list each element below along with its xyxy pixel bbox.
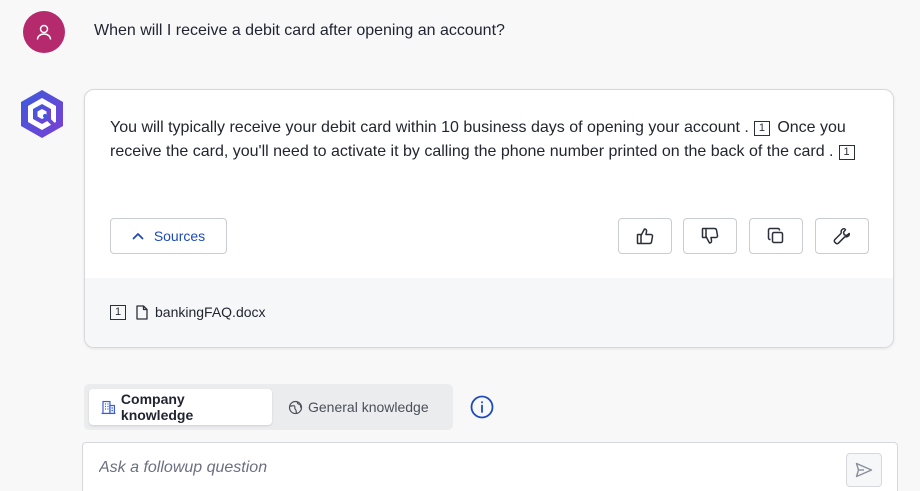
- source-item[interactable]: 1 bankingFAQ.docx: [110, 304, 266, 320]
- followup-input[interactable]: [99, 459, 819, 477]
- company-knowledge-option[interactable]: Company knowledge: [89, 389, 272, 425]
- citation-marker[interactable]: 1: [753, 121, 770, 136]
- thumbs-up-button[interactable]: [618, 218, 672, 254]
- answer-text: You will typically receive your debit ca…: [110, 116, 875, 164]
- followup-box: [82, 442, 898, 491]
- building-icon: [101, 400, 116, 414]
- wrench-icon: [833, 228, 850, 245]
- user-avatar: [23, 11, 65, 53]
- document-icon: [136, 304, 148, 320]
- sources-toggle-button[interactable]: Sources: [110, 218, 227, 254]
- user-icon: [36, 24, 52, 40]
- answer-card: You will typically receive your debit ca…: [84, 89, 894, 348]
- company-knowledge-label: Company knowledge: [120, 391, 194, 423]
- thumbs-down-button[interactable]: [683, 218, 737, 254]
- knowledge-source-toggle: Company knowledge General knowledge: [84, 384, 453, 430]
- answer-sentence: You will typically receive your debit ca…: [110, 119, 749, 136]
- sources-panel: 1 bankingFAQ.docx: [85, 278, 893, 347]
- sources-button-label: Sources: [153, 228, 206, 244]
- globe-icon: [288, 400, 303, 414]
- copy-button[interactable]: [749, 218, 803, 254]
- wrench-button[interactable]: [815, 218, 869, 254]
- general-knowledge-option[interactable]: General knowledge: [276, 389, 441, 425]
- copy-icon: [767, 227, 784, 244]
- chevron-up-icon: [132, 233, 144, 240]
- user-question: When will I receive a debit card after o…: [94, 22, 505, 39]
- source-file-name: bankingFAQ.docx: [155, 304, 266, 320]
- citation-marker[interactable]: 1: [838, 145, 855, 160]
- thumbs-down-icon: [701, 227, 719, 244]
- general-knowledge-label: General knowledge: [308, 399, 429, 415]
- source-index: 1: [110, 304, 126, 320]
- info-icon[interactable]: [470, 395, 494, 419]
- assistant-logo-icon: [21, 90, 63, 138]
- send-button[interactable]: [846, 453, 882, 487]
- thumbs-up-icon: [636, 228, 654, 245]
- send-icon: [855, 462, 873, 478]
